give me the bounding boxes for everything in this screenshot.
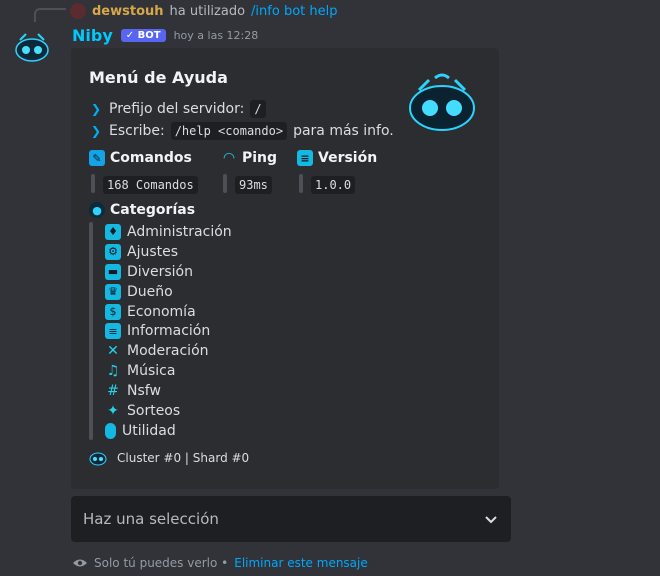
dismiss-message-link[interactable]: Eliminar este mensaje — [234, 556, 368, 570]
list-item: # Nsfw — [105, 381, 232, 401]
footer-text: Cluster #0 | Shard #0 — [117, 451, 250, 465]
category-label: Economía — [127, 303, 196, 320]
category-label: Moderación — [127, 343, 209, 360]
reply-avatar[interactable] — [70, 3, 86, 19]
field-ping-value: 93ms — [235, 176, 272, 194]
party-icon: ✦ — [107, 402, 119, 419]
reply-context[interactable]: dewstouh ha utilizado /info bot help — [70, 0, 337, 22]
document-icon: ≡ — [297, 150, 313, 166]
info-icon: ≡ — [105, 323, 121, 340]
wifi-icon: ◠ — [223, 150, 235, 166]
category-label: Diversión — [127, 263, 193, 280]
hammer-icon: ✕ — [107, 343, 119, 360]
list-item: ♫ Música — [105, 361, 232, 381]
category-label: Nsfw — [127, 383, 161, 400]
categories-heading: ● Categorías — [89, 202, 195, 218]
prefix-row: ❯ Prefijo del servidor: / — [89, 100, 266, 118]
message-header: Niby ✓ BOT hoy a las 12:28 — [72, 24, 258, 46]
list-item: ▬ Diversión — [105, 262, 232, 282]
category-label: Información — [127, 323, 211, 340]
field-version: ≡ Versión 1.0.0 — [297, 150, 378, 194]
categories-title: Categorías — [110, 202, 196, 218]
prefix-label: Prefijo del servidor: — [109, 101, 245, 117]
ephemeral-notice: Solo tú puedes verlo • Eliminar este men… — [72, 556, 368, 570]
list-item: ✦ Sorteos — [105, 401, 232, 421]
ephemeral-text: Solo tú puedes verlo • — [94, 556, 229, 570]
help-embed: Menú de Ayuda ❯ Prefijo del servidor: / … — [71, 48, 499, 489]
category-label: Música — [127, 363, 176, 380]
field-ping-title: Ping — [242, 150, 278, 166]
write-suffix: para más info. — [293, 123, 394, 139]
list-item: ≡ Información — [105, 321, 232, 341]
chevron-right-icon: ❯ — [90, 124, 102, 138]
bot-logo-icon — [15, 33, 49, 62]
category-list: ♦ Administración ⚙ Ajustes ▬ Diversión ♛ Due… — [105, 222, 232, 441]
field-version-value: 1.0.0 — [311, 176, 356, 194]
reply-username[interactable]: dewstouh — [92, 4, 164, 19]
pencil-icon: ✎ — [89, 150, 105, 166]
category-label: Ajustes — [127, 243, 179, 260]
bot-name[interactable]: Niby — [72, 26, 113, 45]
bot-avatar[interactable] — [12, 28, 52, 68]
hashtag-icon: # — [107, 383, 119, 400]
chevron-right-icon: ❯ — [90, 102, 102, 116]
mouse-icon — [105, 422, 116, 439]
list-item: ⚙ Ajustes — [105, 242, 232, 262]
crown-icon: ♛ — [105, 283, 121, 300]
list-item: ♦ Administración — [105, 222, 232, 242]
gamepad-icon: ▬ — [105, 263, 121, 280]
field-version-title: Versión — [318, 150, 378, 166]
category-label: Utilidad — [122, 422, 176, 439]
list-item: $ Economía — [105, 302, 232, 322]
field-commands: ✎ Comandos 168 Comandos — [89, 150, 198, 194]
music-icon: ♫ — [106, 363, 120, 380]
field-commands-title: Comandos — [110, 150, 192, 166]
write-row: ❯ Escribe: /help <comando> para más info… — [89, 122, 394, 140]
category-label: Sorteos — [127, 402, 181, 419]
embed-footer: Cluster #0 | Shard #0 — [89, 450, 249, 466]
reply-command[interactable]: /info bot help — [251, 4, 337, 19]
category-label: Dueño — [127, 283, 173, 300]
list-item: Utilidad — [105, 421, 232, 441]
message-timestamp[interactable]: hoy a las 12:28 — [174, 29, 259, 42]
gear-icon: ⚙ — [105, 243, 121, 260]
list-item: ✕ Moderación — [105, 341, 232, 361]
help-command-code: /help <comando> — [170, 122, 288, 140]
shield-icon: ♦ — [105, 223, 121, 240]
category-select-menu[interactable]: Haz una selección — [71, 496, 511, 542]
chevron-down-icon — [485, 516, 497, 524]
reply-used-text: ha utilizado — [169, 3, 246, 19]
select-placeholder: Haz una selección — [83, 510, 219, 528]
eye-icon — [73, 559, 87, 567]
bot-logo-icon — [89, 452, 107, 466]
write-label: Escribe: — [109, 123, 165, 139]
field-commands-value: 168 Comandos — [103, 176, 198, 194]
embed-title: Menú de Ayuda — [89, 68, 228, 87]
embed-thumbnail-icon — [409, 73, 475, 131]
list-item: ♛ Dueño — [105, 282, 232, 302]
prefix-value: / — [250, 100, 266, 118]
bot-badge: ✓ BOT — [120, 28, 166, 42]
reply-connector — [34, 8, 66, 22]
category-label: Administración — [127, 223, 232, 240]
field-ping: ◠ Ping 93ms — [221, 150, 278, 194]
money-icon: $ — [105, 303, 121, 320]
categories-quote-bar — [89, 222, 93, 440]
bot-logo-icon: ● — [89, 202, 105, 218]
